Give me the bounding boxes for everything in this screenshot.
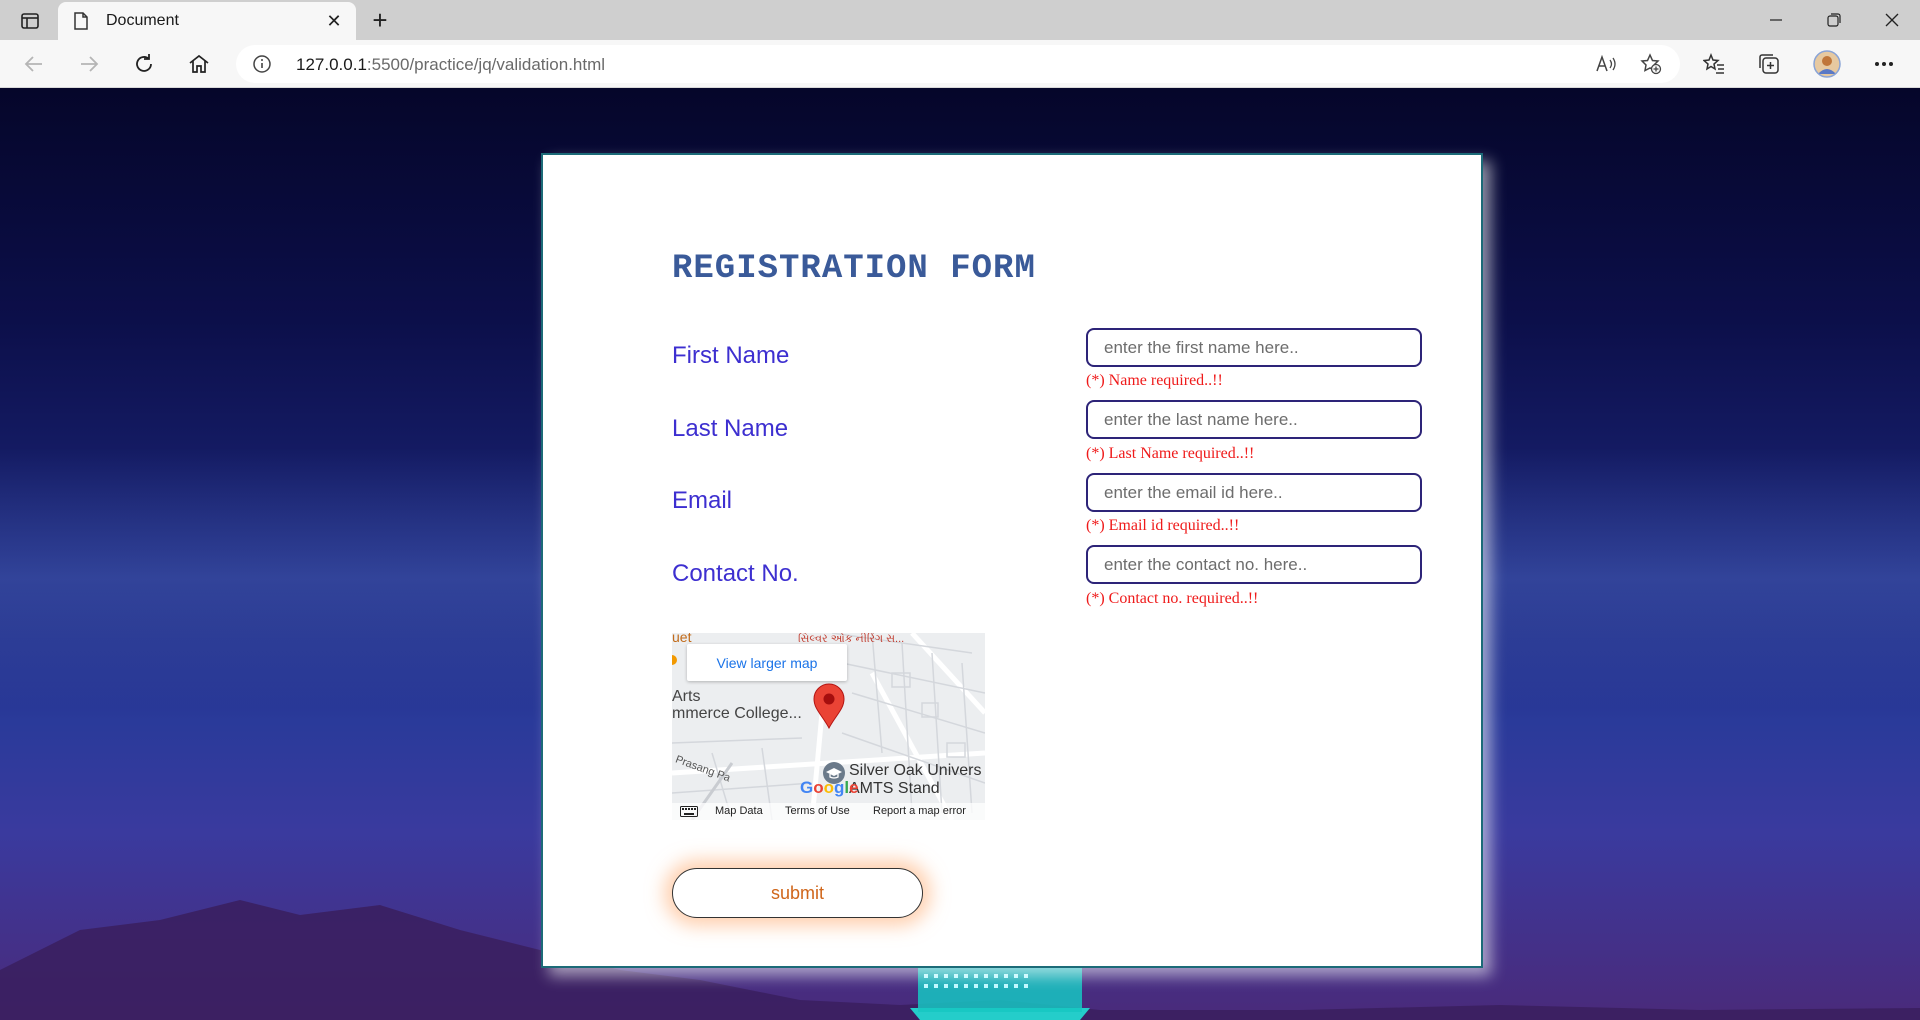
first-name-input[interactable] bbox=[1086, 328, 1422, 367]
minimize-icon[interactable] bbox=[1748, 0, 1804, 40]
browser-toolbar: 127.0.0.1:5500/practice/jq/validation.ht… bbox=[0, 40, 1920, 88]
more-options-icon[interactable] bbox=[1866, 48, 1902, 80]
back-icon[interactable] bbox=[16, 48, 52, 80]
last-name-input[interactable] bbox=[1086, 400, 1422, 439]
add-favorite-icon[interactable] bbox=[1633, 48, 1669, 80]
terms-of-use-link[interactable]: Terms of Use bbox=[785, 805, 850, 817]
map-data-link[interactable]: Map Data bbox=[715, 805, 763, 817]
close-window-icon[interactable] bbox=[1864, 0, 1920, 40]
tab-actions-icon[interactable] bbox=[14, 8, 46, 34]
map-place-college: mmerce College... bbox=[672, 705, 802, 722]
contact-input[interactable] bbox=[1086, 545, 1422, 584]
url-host: 127.0.0.1 bbox=[296, 55, 367, 74]
read-aloud-icon[interactable] bbox=[1588, 48, 1624, 80]
last-name-error: (*) Last Name required..!! bbox=[1086, 445, 1255, 462]
email-error: (*) Email id required..!! bbox=[1086, 517, 1240, 534]
embedded-map[interactable]: સિલ્વર ઓક નીરિંગ સ... uet View larger ma… bbox=[672, 633, 985, 820]
report-map-error-link[interactable]: Report a map error bbox=[873, 805, 966, 817]
forward-icon[interactable] bbox=[71, 48, 107, 80]
last-name-label: Last Name bbox=[672, 415, 789, 442]
browser-tab-bar: Document ✕ + bbox=[0, 0, 1920, 40]
first-name-label: First Name bbox=[672, 342, 790, 369]
email-input[interactable] bbox=[1086, 473, 1422, 512]
map-marker-icon bbox=[813, 683, 845, 729]
form-title: REGISTRATION FORM bbox=[672, 250, 1036, 288]
page-icon bbox=[74, 12, 88, 35]
site-info-icon[interactable] bbox=[252, 54, 272, 79]
map-footer: Map Data Terms of Use Report a map error bbox=[672, 803, 985, 820]
google-logo: Google bbox=[800, 778, 859, 797]
registration-form-card: REGISTRATION FORM First Name (*) Name re… bbox=[541, 153, 1483, 968]
map-place-silver-oak: Silver Oak Univers bbox=[849, 762, 982, 779]
url-text: 127.0.0.1:5500/practice/jq/validation.ht… bbox=[296, 55, 605, 75]
contact-label: Contact No. bbox=[672, 560, 799, 587]
new-tab-button[interactable]: + bbox=[366, 5, 394, 35]
collections-icon[interactable] bbox=[1751, 48, 1787, 80]
submit-button[interactable]: submit bbox=[672, 868, 923, 918]
profile-avatar[interactable] bbox=[1809, 48, 1845, 80]
first-name-error: (*) Name required..!! bbox=[1086, 372, 1223, 389]
address-bar[interactable]: 127.0.0.1:5500/practice/jq/validation.ht… bbox=[236, 45, 1680, 83]
restore-icon[interactable] bbox=[1806, 0, 1862, 40]
keyboard-icon[interactable] bbox=[680, 806, 698, 817]
home-icon[interactable] bbox=[181, 48, 217, 80]
map-place-arts: Arts bbox=[672, 688, 701, 705]
close-tab-icon[interactable]: ✕ bbox=[322, 9, 346, 33]
email-label: Email bbox=[672, 487, 733, 514]
tab-document[interactable]: Document ✕ bbox=[58, 2, 356, 40]
tab-title: Document bbox=[106, 12, 179, 29]
contact-error: (*) Contact no. required..!! bbox=[1086, 590, 1259, 607]
url-path: :5500/practice/jq/validation.html bbox=[366, 55, 606, 74]
view-larger-map-link[interactable]: View larger map bbox=[687, 644, 847, 681]
favorites-icon[interactable] bbox=[1696, 48, 1732, 80]
glowing-tower bbox=[910, 968, 1090, 1020]
refresh-icon[interactable] bbox=[126, 48, 162, 80]
map-place-amts: AMTS Stand bbox=[849, 780, 940, 797]
